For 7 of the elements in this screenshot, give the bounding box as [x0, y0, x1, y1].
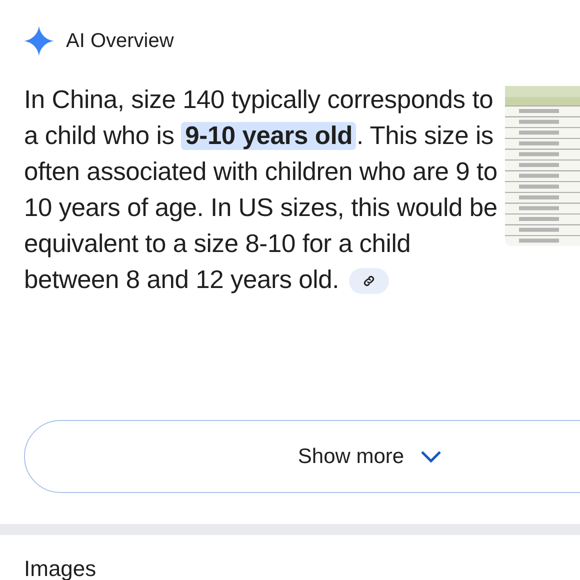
section-title: AI Overview	[66, 29, 174, 54]
link-icon	[362, 274, 376, 288]
answer-paragraph: In China, size 140 typically corresponds to a child who is 9-10 years old. This size is often associated with children who are 9 to 10 years of age. In US sizes, this would be equivalent to a size 8-10 for a child between 8 and 12 years old.	[24, 85, 498, 296]
show-more-button[interactable]: Show more	[24, 420, 580, 493]
chevron-down-icon	[420, 450, 442, 464]
sparkle-icon	[24, 26, 54, 56]
source-link-button[interactable]	[349, 268, 389, 294]
